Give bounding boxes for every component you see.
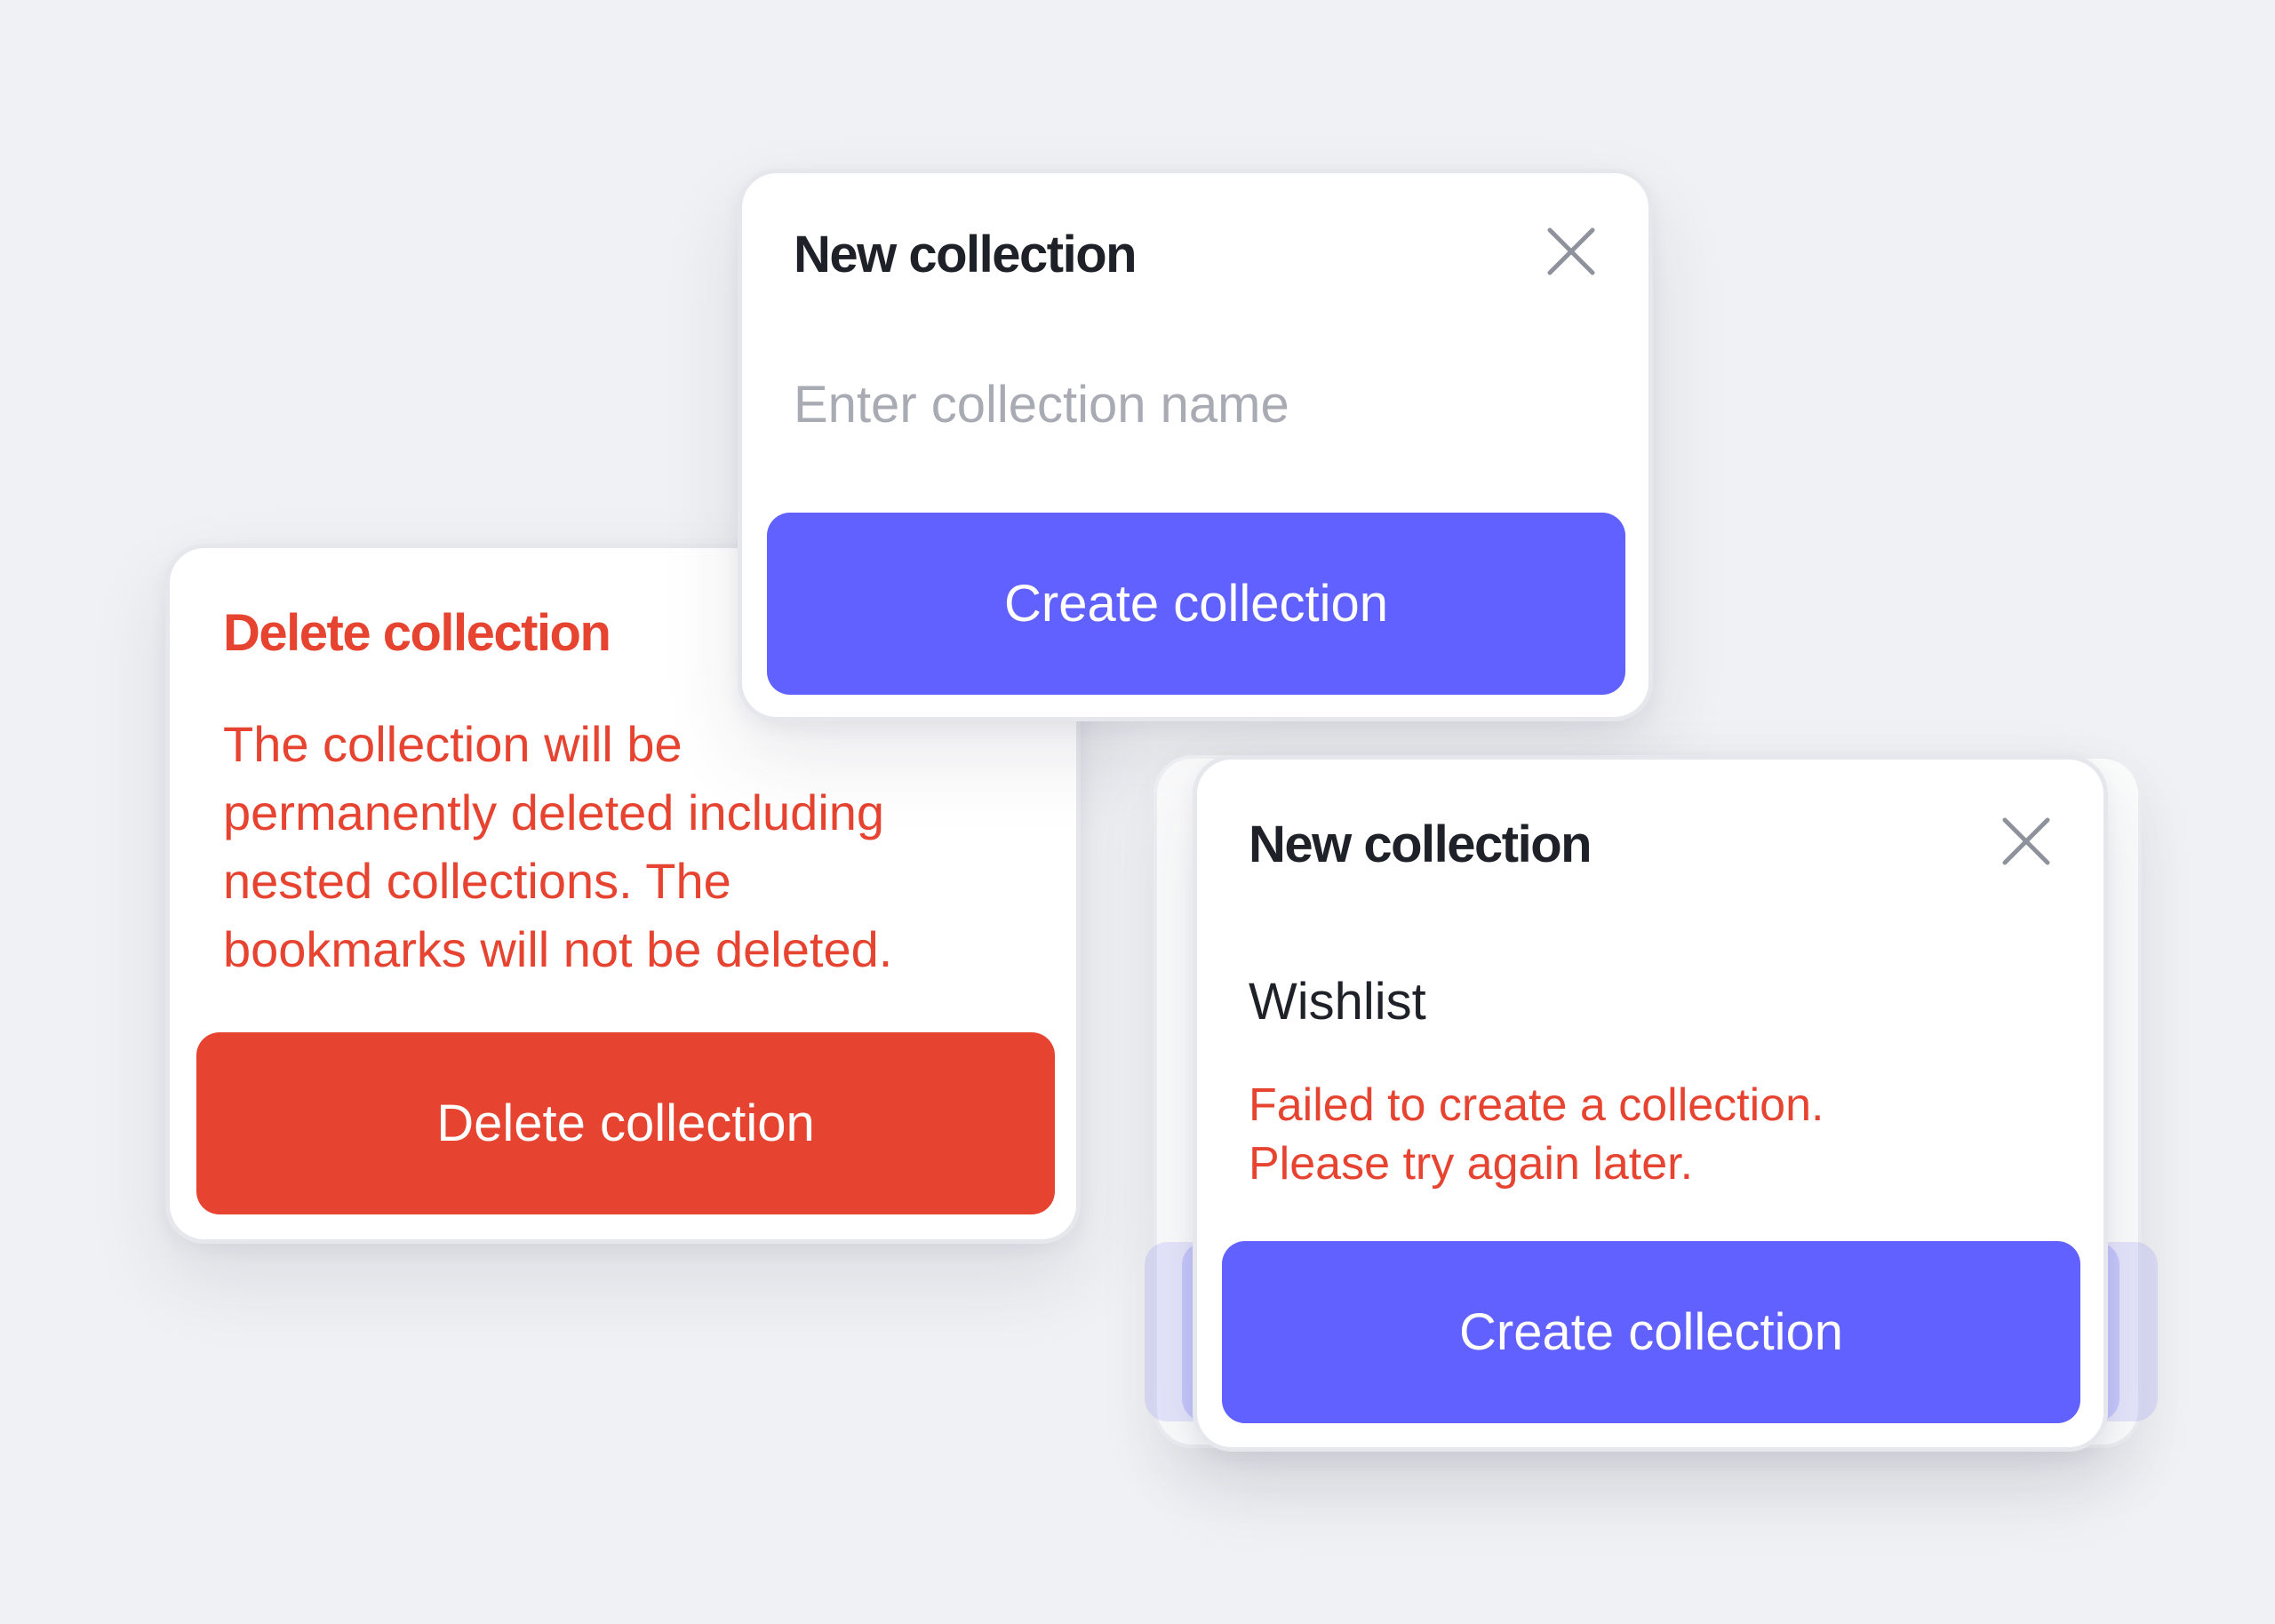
delete-modal-title: Delete collection <box>223 604 611 662</box>
error-message-line: Failed to create a collection. <box>1249 1079 1824 1131</box>
create-collection-button[interactable]: Create collection <box>1222 1241 2080 1423</box>
delete-message-line: permanently deleted including <box>223 784 885 840</box>
new-collection-error-modal: New collection Failed to create a collec… <box>1193 755 2108 1452</box>
error-message: Failed to create a collection. Please tr… <box>1249 1076 2066 1193</box>
close-icon[interactable] <box>1546 227 1596 276</box>
collection-name-input[interactable] <box>794 369 1593 440</box>
delete-message-line: bookmarks will not be deleted. <box>223 921 893 977</box>
delete-message-line: nested collections. The <box>223 853 731 909</box>
canvas: Delete collection The collection will be… <box>0 0 2275 1624</box>
error-message-line: Please try again later. <box>1249 1138 1694 1190</box>
close-icon[interactable] <box>2001 816 2051 866</box>
new-collection-title: New collection <box>1249 816 1592 873</box>
delete-collection-button[interactable]: Delete collection <box>196 1032 1055 1214</box>
create-collection-button[interactable]: Create collection <box>767 513 1625 695</box>
delete-modal-message: The collection will be permanently delet… <box>223 710 1023 983</box>
new-collection-modal: New collection Create collection <box>738 169 1653 721</box>
new-collection-title: New collection <box>794 226 1138 283</box>
collection-name-input[interactable] <box>1249 966 2048 1037</box>
